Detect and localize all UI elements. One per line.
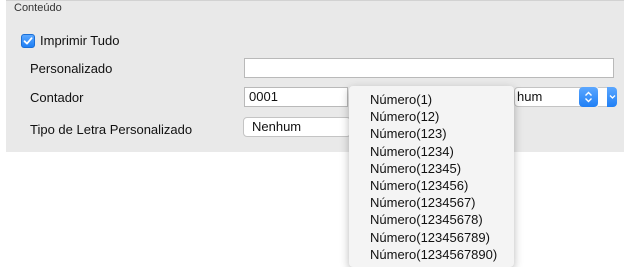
- checkmark-icon: [23, 37, 33, 45]
- counter-label: Contador: [30, 90, 84, 105]
- counter-extra-field[interactable]: [598, 87, 607, 107]
- menu-item[interactable]: Número(1234567): [349, 194, 514, 211]
- counter-input[interactable]: 0001: [244, 87, 348, 107]
- counter-extra-dropdown-button[interactable]: [607, 87, 617, 107]
- print-all-label[interactable]: Imprimir Tudo: [40, 33, 119, 48]
- menu-item[interactable]: Número(1234567890): [349, 246, 514, 263]
- counter-type-stepper[interactable]: [579, 87, 598, 107]
- print-all-checkbox[interactable]: [21, 34, 35, 48]
- menu-item[interactable]: Número(12): [349, 108, 514, 125]
- custom-input[interactable]: [244, 58, 614, 78]
- font-value: Nenhum: [252, 119, 302, 134]
- menu-item[interactable]: Número(12345678): [349, 211, 514, 228]
- custom-label: Personalizado: [30, 61, 113, 76]
- chevron-down-icon: [609, 95, 615, 99]
- font-popup[interactable]: Nenhum: [243, 117, 351, 137]
- menu-item[interactable]: Número(123456): [349, 177, 514, 194]
- menu-item[interactable]: Número(1): [349, 91, 514, 108]
- font-label: Tipo de Letra Personalizado: [30, 122, 193, 137]
- counter-format-menu: Número(1) Número(12) Número(123) Número(…: [349, 86, 514, 267]
- up-down-chevron-icon: [585, 91, 592, 103]
- menu-item[interactable]: Número(123456789): [349, 229, 514, 246]
- menu-item[interactable]: Número(1234): [349, 143, 514, 160]
- counter-type-value: hum: [517, 89, 543, 104]
- counter-type-popup[interactable]: hum: [514, 87, 584, 107]
- menu-item[interactable]: Número(12345): [349, 160, 514, 177]
- menu-item[interactable]: Número(123): [349, 125, 514, 142]
- panel-title: Conteúdo: [14, 2, 62, 14]
